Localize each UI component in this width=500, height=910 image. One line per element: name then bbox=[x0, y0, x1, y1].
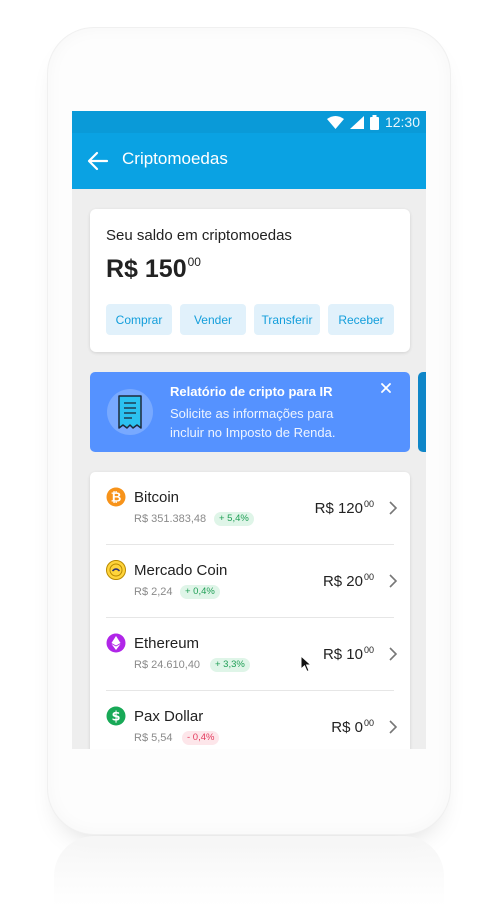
coin-value: R$ 2000 bbox=[323, 572, 374, 590]
coin-row-bitcoin[interactable]: ₿ Bitcoin R$ 351.383,48 + 5,4% R$ 12000 bbox=[90, 472, 410, 545]
balance-amount-main: R$ 150 bbox=[106, 255, 187, 283]
buy-button[interactable]: Comprar bbox=[106, 304, 172, 335]
coin-value-cents: 00 bbox=[363, 499, 374, 509]
app-screen: 12:30 Criptomoedas Seu saldo em criptomo… bbox=[72, 111, 426, 749]
svg-text:$: $ bbox=[111, 710, 120, 725]
banner-text: Solicite as informações para incluir no … bbox=[170, 406, 336, 440]
ir-report-banner[interactable]: Relatório de cripto para IR Solicite as … bbox=[90, 372, 410, 452]
wifi-icon bbox=[326, 115, 344, 129]
next-banner-peek[interactable] bbox=[418, 372, 426, 452]
coin-value-main: R$ 20 bbox=[322, 573, 363, 590]
pax-dollar-icon: $ bbox=[106, 706, 126, 726]
coin-price: R$ 2,24 bbox=[134, 586, 173, 598]
coin-name: Pax Dollar bbox=[134, 708, 204, 725]
signal-icon bbox=[349, 115, 364, 129]
coin-row-mercado-coin[interactable]: Mercado Coin R$ 2,24 + 0,4% R$ 2000 bbox=[90, 545, 410, 618]
app-bar: Criptomoedas bbox=[72, 133, 426, 189]
ethereum-icon bbox=[106, 633, 126, 653]
coin-row-ethereum[interactable]: Ethereum R$ 24.610,40 + 3,3% R$ 1000 bbox=[90, 618, 410, 691]
sell-button[interactable]: Vender bbox=[180, 304, 246, 335]
coin-change-badge: + 3,3% bbox=[210, 658, 250, 672]
svg-text:₿: ₿ bbox=[111, 491, 122, 506]
balance-card: Seu saldo em criptomoedas R$ 15000 Compr… bbox=[90, 209, 410, 352]
balance-title: Seu saldo em criptomoedas bbox=[106, 227, 292, 244]
chevron-right-icon bbox=[389, 501, 398, 515]
coin-change-badge: + 5,4% bbox=[214, 512, 254, 526]
coin-price: R$ 24.610,40 bbox=[134, 659, 201, 671]
coin-value: R$ 000 bbox=[331, 718, 374, 736]
coin-value: R$ 1000 bbox=[323, 645, 374, 663]
coin-value-cents: 00 bbox=[363, 718, 374, 728]
phone-reflection bbox=[54, 836, 444, 906]
close-icon[interactable] bbox=[379, 381, 393, 395]
coin-price: R$ 351.383,48 bbox=[134, 513, 207, 525]
mouse-cursor-icon bbox=[300, 655, 312, 673]
coin-name: Mercado Coin bbox=[134, 562, 228, 579]
coin-name: Ethereum bbox=[134, 635, 200, 652]
chevron-right-icon bbox=[389, 647, 398, 661]
coin-value-cents: 00 bbox=[363, 645, 374, 655]
receive-button[interactable]: Receber bbox=[328, 304, 394, 335]
chevron-right-icon bbox=[389, 574, 398, 588]
banner-title: Relatório de cripto para IR bbox=[170, 384, 333, 399]
coin-row-pax-dollar[interactable]: $ Pax Dollar R$ 5,54 - 0,4% R$ 000 bbox=[90, 691, 410, 749]
page-title: Criptomoedas bbox=[122, 149, 228, 168]
coin-list: ₿ Bitcoin R$ 351.383,48 + 5,4% R$ 12000 … bbox=[90, 472, 410, 749]
balance-actions: Comprar Vender Transferir Receber bbox=[106, 304, 394, 335]
coin-value-cents: 00 bbox=[363, 572, 374, 582]
coin-name: Bitcoin bbox=[134, 489, 180, 506]
coin-value: R$ 12000 bbox=[315, 499, 374, 517]
coin-change-badge: - 0,4% bbox=[182, 731, 220, 745]
mercado-coin-icon bbox=[106, 560, 126, 580]
balance-amount-cents: 00 bbox=[187, 255, 201, 269]
coin-value-main: R$ 120 bbox=[314, 500, 363, 517]
coin-value-main: R$ 0 bbox=[331, 719, 363, 736]
coin-price: R$ 5,54 bbox=[134, 732, 173, 744]
balance-amount: R$ 15000 bbox=[106, 255, 201, 284]
transfer-button[interactable]: Transferir bbox=[254, 304, 320, 335]
back-arrow-icon[interactable] bbox=[86, 149, 110, 173]
coin-change-badge: + 0,4% bbox=[180, 585, 220, 599]
receipt-icon bbox=[107, 389, 153, 435]
bitcoin-icon: ₿ bbox=[106, 487, 126, 507]
chevron-right-icon bbox=[389, 720, 398, 734]
status-bar: 12:30 bbox=[72, 111, 426, 133]
battery-icon bbox=[369, 114, 379, 130]
status-time: 12:30 bbox=[384, 114, 420, 130]
coin-value-main: R$ 10 bbox=[322, 646, 363, 663]
